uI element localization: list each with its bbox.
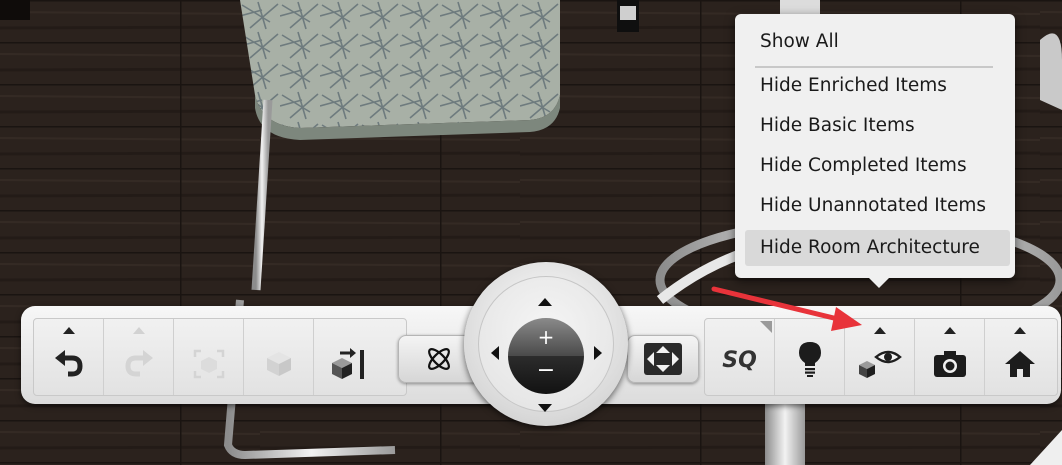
orbit-icon: [428, 348, 450, 370]
pan-left-arrow-icon[interactable]: [491, 346, 499, 360]
undo-icon: [54, 350, 83, 377]
undo-options-caret-icon[interactable]: [62, 327, 75, 334]
toolbar-left-group: [33, 318, 407, 396]
fit-view-icon: [644, 343, 682, 375]
redo-icon: [124, 350, 153, 377]
visibility-dropdown-menu: Show All Hide Enriched Items Hide Basic …: [735, 14, 1015, 288]
visibility-button[interactable]: [845, 319, 915, 395]
menu-item-hide-room-architecture[interactable]: Hide Room Architecture: [745, 230, 1010, 266]
sq-corner-indicator-icon: [760, 321, 772, 333]
menu-item-hide-basic[interactable]: Hide Basic Items: [745, 108, 1010, 144]
sq-button[interactable]: SQ: [705, 319, 775, 395]
lighting-button[interactable]: [775, 319, 845, 395]
pan-up-arrow-icon[interactable]: [538, 298, 552, 306]
camera-icon: [933, 351, 966, 377]
export-cube-icon: [332, 348, 364, 379]
export-button[interactable]: [314, 319, 384, 395]
menu-item-hide-completed[interactable]: Hide Completed Items: [745, 148, 1010, 184]
toolbar-right-group: SQ: [704, 318, 1058, 396]
navigation-wheel: + −: [464, 262, 628, 426]
fit-view-button[interactable]: [627, 335, 699, 383]
home-button[interactable]: [985, 319, 1055, 395]
sq-label: SQ: [722, 347, 757, 373]
frame-selection-icon: [193, 349, 224, 379]
lightbulb-icon: [798, 342, 821, 377]
menu-item-hide-enriched[interactable]: Hide Enriched Items: [745, 68, 1010, 104]
pan-down-arrow-icon[interactable]: [538, 404, 552, 412]
home-options-caret-icon[interactable]: [1014, 327, 1026, 334]
visibility-options-caret-icon[interactable]: [873, 327, 886, 334]
redo-options-caret-icon[interactable]: [132, 327, 145, 334]
visibility-eye-icon: [858, 350, 902, 378]
undo-button[interactable]: [34, 319, 104, 395]
camera-button[interactable]: [915, 319, 985, 395]
redo-button[interactable]: [104, 319, 174, 395]
camera-options-caret-icon[interactable]: [943, 327, 956, 334]
isolate-button[interactable]: [244, 319, 314, 395]
frame-selection-button[interactable]: [174, 319, 244, 395]
pan-right-arrow-icon[interactable]: [594, 346, 602, 360]
home-icon: [1005, 351, 1035, 377]
menu-item-show-all[interactable]: Show All: [745, 24, 1010, 60]
cube-icon: [266, 352, 291, 376]
menu-item-hide-unannotated[interactable]: Hide Unannotated Items: [745, 188, 1010, 224]
